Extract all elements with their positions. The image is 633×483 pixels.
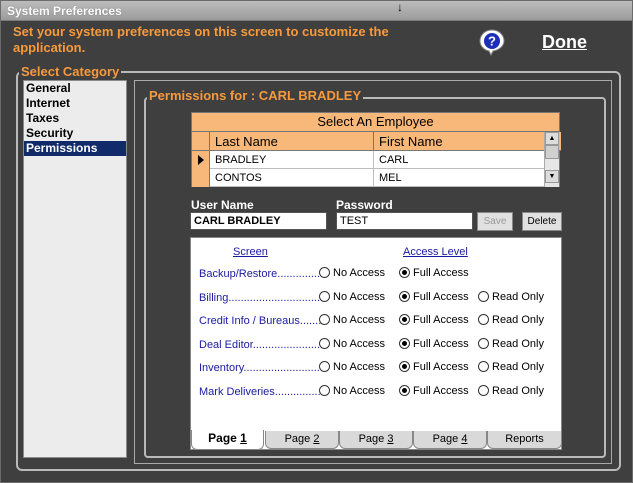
full-access-radio[interactable]: Full Access	[399, 291, 469, 305]
tab-page-1[interactable]: Page 1	[191, 430, 264, 450]
radio-selected-icon	[399, 338, 410, 349]
radio-icon	[319, 361, 330, 372]
category-legend: Select Category	[19, 64, 122, 79]
save-button[interactable]: Save	[477, 212, 513, 231]
delete-button[interactable]: Delete	[522, 212, 562, 231]
category-list: General Internet Taxes Security Permissi…	[23, 80, 127, 458]
no-access-radio[interactable]: No Access	[319, 385, 385, 399]
read-only-radio[interactable]: Read Only	[478, 338, 544, 352]
radio-icon	[319, 338, 330, 349]
cell-first-name[interactable]: MEL	[375, 169, 545, 187]
grid-header-row: Last Name First Name	[192, 132, 561, 151]
access-row: Backup/Restore.............. No Access F…	[191, 265, 563, 285]
no-access-radio[interactable]: No Access	[319, 314, 385, 328]
screen-name: Backup/Restore..............	[199, 268, 321, 280]
full-access-radio[interactable]: Full Access	[399, 314, 469, 328]
password-label: Password	[336, 198, 393, 212]
access-row: Inventory......................... No Ac…	[191, 359, 563, 379]
row-selector[interactable]	[192, 169, 210, 187]
svg-text:?: ?	[488, 34, 496, 49]
read-only-radio[interactable]: Read Only	[478, 291, 544, 305]
column-header-last-name[interactable]: Last Name	[211, 132, 374, 151]
radio-selected-icon	[399, 385, 410, 396]
radio-icon	[478, 314, 489, 325]
radio-selected-icon	[399, 291, 410, 302]
radio-icon	[478, 291, 489, 302]
password-field[interactable]: TEST	[336, 212, 473, 230]
category-item-permissions[interactable]: Permissions	[24, 141, 126, 156]
radio-icon	[319, 291, 330, 302]
scroll-thumb[interactable]	[545, 145, 559, 159]
current-row-arrow-icon	[198, 155, 204, 165]
radio-selected-icon	[399, 361, 410, 372]
intro-text: Set your system preferences on this scre…	[13, 24, 389, 55]
full-access-radio[interactable]: Full Access	[399, 361, 469, 375]
screen-name: Credit Info / Bureaus.......	[199, 315, 322, 327]
radio-selected-icon	[399, 314, 410, 325]
tab-page-3[interactable]: Page 3	[339, 431, 413, 449]
screen-name: Deal Editor........................	[199, 339, 327, 351]
category-item-taxes[interactable]: Taxes	[24, 111, 126, 126]
radio-icon	[478, 385, 489, 396]
grid-vertical-scrollbar[interactable]: ▲ ▼	[544, 132, 559, 187]
access-level-column-header: Access Level	[403, 246, 468, 258]
screen-name: Inventory.........................	[199, 362, 320, 374]
no-access-radio[interactable]: No Access	[319, 267, 385, 281]
done-button[interactable]: Done	[542, 32, 587, 53]
system-preferences-window: System Preferences ↓ Set your system pre…	[0, 0, 633, 483]
access-level-panel: Screen Access Level Backup/Restore......…	[190, 237, 562, 450]
grid-caption: Select An Employee	[192, 113, 559, 132]
table-row[interactable]: CONTOS MEL	[192, 169, 545, 187]
category-item-internet[interactable]: Internet	[24, 96, 126, 111]
table-row[interactable]: BRADLEY CARL	[192, 151, 545, 169]
screen-name: Billing...............................	[199, 292, 324, 304]
category-item-security[interactable]: Security	[24, 126, 126, 141]
tab-page-4[interactable]: Page 4	[413, 431, 487, 449]
full-access-radio[interactable]: Full Access	[399, 267, 469, 281]
read-only-radio[interactable]: Read Only	[478, 385, 544, 399]
employee-grid: Select An Employee Last Name First Name …	[191, 112, 561, 187]
access-row: Mark Deliveries............... No Access…	[191, 383, 563, 403]
scroll-up-arrow-icon[interactable]: ▲	[545, 132, 559, 145]
radio-icon	[478, 361, 489, 372]
row-selector[interactable]	[192, 151, 210, 169]
read-only-radio[interactable]: Read Only	[478, 361, 544, 375]
radio-icon	[319, 385, 330, 396]
screen-name: Mark Deliveries...............	[199, 386, 321, 398]
row-selector-header	[192, 132, 210, 151]
category-item-general[interactable]: General	[24, 81, 126, 96]
no-access-radio[interactable]: No Access	[319, 361, 385, 375]
no-access-radio[interactable]: No Access	[319, 338, 385, 352]
window-title: System Preferences	[1, 1, 632, 21]
access-row: Deal Editor........................ No A…	[191, 336, 563, 356]
mouse-cursor-icon: ↓	[397, 0, 403, 14]
read-only-radio[interactable]: Read Only	[478, 314, 544, 328]
permissions-legend: Permissions for : CARL BRADLEY	[147, 88, 364, 103]
help-question-icon[interactable]: ?	[478, 28, 506, 56]
no-access-radio[interactable]: No Access	[319, 291, 385, 305]
scroll-track[interactable]	[545, 159, 559, 170]
user-name-field[interactable]: CARL BRADLEY	[190, 212, 327, 230]
cell-first-name[interactable]: CARL	[375, 151, 545, 169]
tab-reports[interactable]: Reports	[487, 431, 562, 449]
screen-column-header: Screen	[233, 246, 268, 258]
user-name-label: User Name	[191, 198, 254, 212]
radio-icon	[478, 338, 489, 349]
cell-last-name[interactable]: CONTOS	[211, 169, 374, 187]
access-row: Billing............................... N…	[191, 289, 563, 309]
radio-selected-icon	[399, 267, 410, 278]
cell-last-name[interactable]: BRADLEY	[211, 151, 374, 169]
tab-page-2[interactable]: Page 2	[265, 431, 339, 449]
radio-icon	[319, 314, 330, 325]
full-access-radio[interactable]: Full Access	[399, 385, 469, 399]
column-header-first-name[interactable]: First Name	[375, 132, 545, 151]
scroll-down-arrow-icon[interactable]: ▼	[545, 170, 559, 183]
full-access-radio[interactable]: Full Access	[399, 338, 469, 352]
page-tabs: Page 1 Page 2 Page 3 Page 4 Reports	[191, 430, 563, 450]
access-row: Credit Info / Bureaus....... No Access F…	[191, 312, 563, 332]
radio-icon	[319, 267, 330, 278]
